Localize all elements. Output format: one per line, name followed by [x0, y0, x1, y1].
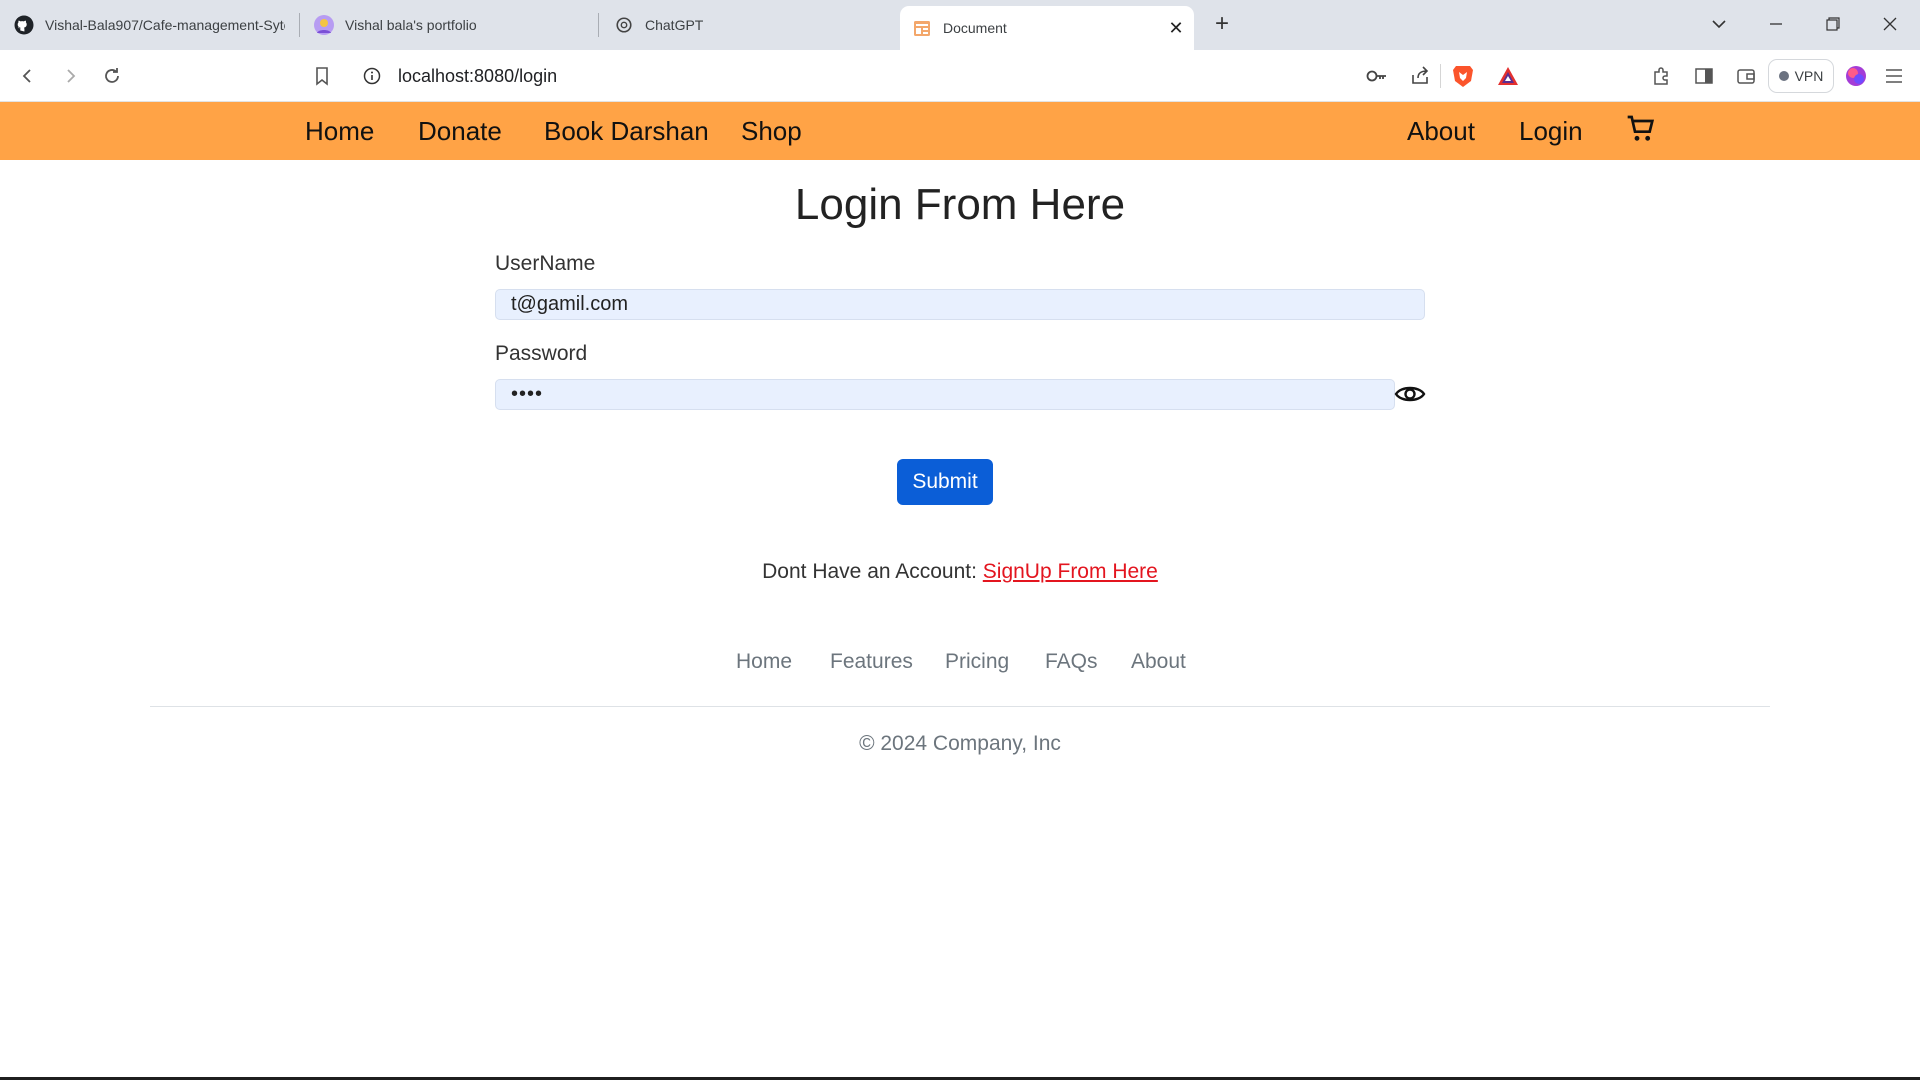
nav-about[interactable]: About [1407, 116, 1475, 147]
vpn-status-icon [1778, 71, 1789, 81]
toolbar-divider [1440, 64, 1441, 88]
url-text[interactable]: localhost:8080/login [398, 66, 557, 87]
chatgpt-icon [614, 15, 634, 35]
vpn-label: VPN [1794, 68, 1824, 84]
close-tab-icon[interactable]: ✕ [1166, 18, 1186, 38]
tab-separator [598, 13, 599, 37]
nav-login[interactable]: Login [1519, 116, 1583, 147]
tab-title: Vishal-Bala907/Cafe-management-Sytem [45, 17, 285, 33]
tab-search-chevron-icon[interactable] [1703, 10, 1735, 38]
site-info-icon[interactable] [362, 66, 382, 86]
new-tab-button[interactable]: + [1208, 10, 1236, 38]
back-arrow-icon[interactable] [14, 62, 42, 90]
brave-shields-icon[interactable] [1452, 64, 1474, 93]
footer-link-home[interactable]: Home [736, 650, 792, 674]
restore-icon[interactable] [1817, 10, 1849, 38]
vpn-button[interactable]: VPN [1768, 59, 1834, 93]
password-label: Password [495, 342, 588, 365]
leo-ai-icon[interactable] [1842, 62, 1870, 90]
brave-rewards-icon[interactable] [1496, 65, 1520, 92]
password-key-icon[interactable] [1366, 66, 1388, 91]
footer-link-features[interactable]: Features [830, 650, 913, 674]
footer-link-faqs[interactable]: FAQs [1045, 650, 1098, 674]
close-window-icon[interactable] [1874, 10, 1906, 38]
site-navbar: Home Donate Book Darshan Shop About Logi… [0, 102, 1920, 160]
reload-icon[interactable] [98, 62, 126, 90]
footer-link-pricing[interactable]: Pricing [945, 650, 1009, 674]
footer-link-about[interactable]: About [1131, 650, 1186, 674]
address-bar[interactable]: localhost:8080/login [352, 56, 1532, 96]
share-icon[interactable] [1410, 66, 1430, 91]
nav-shop[interactable]: Shop [741, 116, 802, 147]
github-icon [14, 15, 34, 35]
username-input[interactable]: t@gamil.com [495, 289, 1425, 320]
tab-title: Document [943, 20, 1007, 36]
username-label: UserName [495, 252, 596, 275]
browser-tab-github[interactable]: Vishal-Bala907/Cafe-management-Sytem [14, 6, 290, 44]
signup-prompt: Dont Have an Account: SignUp From Here [0, 560, 1920, 584]
browser-tab-chatgpt[interactable]: ChatGPT [614, 6, 890, 44]
show-password-eye-icon[interactable] [1394, 380, 1426, 408]
browser-tab-strip: Vishal-Bala907/Cafe-management-Sytem Vis… [0, 0, 1920, 50]
signup-link[interactable]: SignUp From Here [983, 560, 1158, 583]
nav-donate[interactable]: Donate [418, 116, 502, 147]
tab-separator [299, 13, 300, 37]
minimize-icon[interactable] [1760, 10, 1792, 38]
copyright-text: © 2024 Company, Inc [859, 732, 1061, 755]
tab-title: ChatGPT [645, 17, 704, 33]
page-title: Login From Here [794, 180, 1126, 229]
submit-button[interactable]: Submit [897, 459, 993, 505]
nav-book-darshan[interactable]: Book Darshan [544, 116, 709, 147]
sidebar-icon[interactable] [1690, 62, 1718, 90]
bookmark-icon[interactable] [308, 62, 336, 90]
avatar-icon [314, 15, 334, 35]
shopping-cart-icon[interactable] [1625, 113, 1657, 145]
nav-home[interactable]: Home [305, 116, 374, 147]
browser-tab-document[interactable]: Document ✕ [900, 6, 1194, 50]
browser-tab-portfolio[interactable]: Vishal bala's portfolio [314, 6, 590, 44]
wallet-icon[interactable] [1732, 62, 1760, 90]
tab-title: Vishal bala's portfolio [345, 17, 477, 33]
account-prompt-text: Dont Have an Account: [762, 560, 983, 583]
forward-arrow-icon[interactable] [56, 62, 84, 90]
extensions-puzzle-icon[interactable] [1648, 62, 1676, 90]
menu-hamburger-icon[interactable] [1880, 62, 1908, 90]
password-input[interactable]: •••• [495, 379, 1395, 410]
browser-toolbar: localhost:8080/login VPN [0, 50, 1920, 102]
document-icon [912, 18, 932, 38]
footer-divider [150, 706, 1770, 707]
